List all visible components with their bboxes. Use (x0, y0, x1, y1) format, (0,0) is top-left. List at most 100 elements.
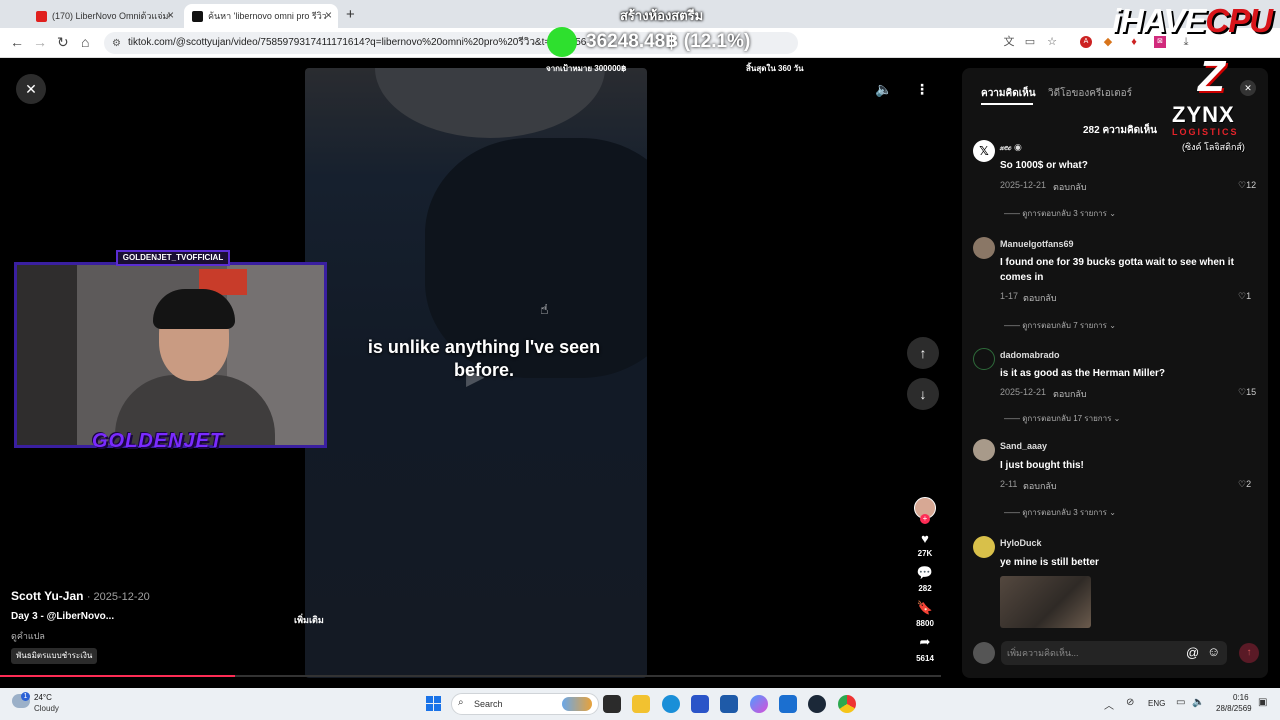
clock-time[interactable]: 0:16 (1233, 693, 1249, 702)
comment-date: 2-11 (1000, 479, 1018, 489)
edge-icon[interactable] (662, 695, 680, 713)
weather-temperature[interactable]: 24°C (34, 693, 52, 702)
comment-username[interactable]: Manuelgotfans69 (1000, 239, 1074, 249)
send-comment-button[interactable]: ↑ (1239, 643, 1259, 663)
tab-title: ค้นหา 'libernovo omni pro รีวิว' u (208, 11, 326, 21)
reply-button[interactable]: ตอบกลับ (1023, 291, 1057, 305)
donation-goal-amount: 36248.48฿ (12.1%) (586, 31, 751, 52)
next-video-button[interactable]: ↓ (907, 378, 939, 410)
emoji-icon[interactable]: ☺ (1207, 644, 1220, 659)
copilot-icon[interactable] (750, 695, 768, 713)
outlook-icon[interactable] (779, 695, 797, 713)
more-options-icon[interactable]: ⋮ (907, 74, 937, 104)
chevron-up-icon[interactable]: ︿ (1104, 697, 1114, 712)
chrome-icon[interactable] (838, 695, 856, 713)
like-heart-icon[interactable]: ♥ (915, 531, 935, 546)
comment-like[interactable]: ♡1 (1238, 291, 1251, 302)
bookmark-star-icon[interactable]: ☆ (1046, 36, 1058, 48)
reply-button[interactable]: ตอบกลับ (1053, 387, 1087, 401)
view-replies-label: ดูการตอบกลับ 3 รายการ (1022, 209, 1107, 218)
comment-avatar[interactable] (973, 536, 995, 558)
heart-outline-icon: ♡ (1238, 479, 1247, 489)
cast-icon[interactable]: ▭ (1024, 36, 1036, 48)
tab-tiktok[interactable]: ค้นหา 'libernovo omni pro รีวิว' u × (184, 4, 338, 28)
post-date: · 2025-12-20 (86, 591, 150, 603)
comment-username[interactable]: HyloDuck (1000, 538, 1042, 548)
tab-close-icon[interactable]: × (167, 8, 174, 22)
monitor-icon[interactable]: ▭ (1176, 697, 1185, 708)
comment-avatar[interactable] (973, 439, 995, 461)
streamer-hair (153, 289, 235, 329)
comment-avatar[interactable]: 𝕏 (973, 140, 995, 162)
comment-avatar[interactable] (973, 348, 995, 370)
tab-creator-videos[interactable]: วิดีโอของครีเอเตอร์ (1048, 86, 1132, 101)
share-icon[interactable]: ➦ (915, 634, 935, 650)
windows-start-icon[interactable] (426, 696, 441, 711)
comment-username[interactable]: 𝓍𝑒𝒸 ◉ (1000, 142, 1022, 153)
see-more-link[interactable]: เพิ่มเติม (294, 613, 324, 627)
donation-goal-ends: สิ้นสุดใน 360 วัน (746, 64, 804, 73)
view-replies-button[interactable]: —— ดูการตอบกลับ 3 รายการ ⌄ (1004, 207, 1116, 220)
reload-icon[interactable]: ↻ (57, 34, 69, 51)
stream-room-title: สร้างห้องสตรีม (620, 8, 704, 23)
network-off-icon[interactable]: ⊘ (1126, 697, 1134, 708)
comment-username[interactable]: Sand_aaay (1000, 441, 1047, 451)
comment-image-attachment[interactable] (1000, 576, 1091, 628)
play-icon[interactable]: ▶ (466, 362, 484, 391)
comment-like[interactable]: ♡12 (1238, 180, 1256, 191)
adblock-icon[interactable]: A (1080, 36, 1092, 48)
comment-count: 282 (918, 584, 932, 593)
comment-text: ye mine is still better (1000, 557, 1099, 568)
weather-condition[interactable]: Cloudy (34, 704, 59, 713)
view-replies-button[interactable]: —— ดูการตอบกลับ 7 รายการ ⌄ (1004, 319, 1116, 332)
tab-youtube[interactable]: (170) LiberNovo Omniต้วแจ่มพิมพ์ × (28, 4, 180, 28)
input-language[interactable]: ENG (1148, 699, 1165, 708)
pen-app-icon[interactable] (691, 695, 709, 713)
video-progress-bar[interactable] (0, 675, 941, 677)
file-explorer-icon[interactable] (632, 695, 650, 713)
sponsor-subtitle: LOGISTICS (1172, 127, 1239, 137)
view-replies-button[interactable]: —— ดูการตอบกลับ 3 รายการ ⌄ (1004, 506, 1116, 519)
author-name[interactable]: Scott Yu-Jan (11, 589, 83, 603)
steam-icon[interactable] (808, 695, 826, 713)
comment-icon[interactable]: 💬 (915, 565, 935, 581)
store-icon[interactable] (720, 695, 738, 713)
site-info-icon[interactable]: ⚙ (112, 38, 121, 49)
previous-video-button[interactable]: ↑ (907, 337, 939, 369)
tab-comments[interactable]: ความคิดเห็น (981, 86, 1036, 101)
chevron-down-icon: ⌄ (1109, 209, 1116, 218)
home-icon[interactable]: ⌂ (81, 34, 89, 50)
mention-at-icon[interactable]: @ (1186, 645, 1199, 660)
close-video-button[interactable]: ✕ (16, 74, 46, 104)
clock-date[interactable]: 28/8/2569 (1216, 704, 1252, 713)
reply-button[interactable]: ตอบกลับ (1023, 479, 1057, 493)
forward-icon[interactable]: → (33, 34, 47, 50)
view-replies-button[interactable]: —— ดูการตอบกลับ 17 รายการ ⌄ (1004, 412, 1120, 425)
back-icon[interactable]: ← (10, 34, 24, 50)
bookmark-icon[interactable]: 🔖 (915, 600, 935, 616)
comment-like-count: 1 (1246, 291, 1252, 301)
volume-icon[interactable]: 🔈 (1192, 697, 1204, 708)
translate-icon[interactable]: 文 (1003, 36, 1015, 48)
user-avatar (973, 642, 995, 664)
new-tab-button[interactable]: + (346, 6, 355, 23)
comment-like[interactable]: ♡15 (1238, 387, 1256, 398)
comment-like[interactable]: ♡2 (1238, 479, 1251, 490)
comment-date: 2025-12-21 (1000, 180, 1047, 190)
tab-close-icon[interactable]: × (325, 8, 332, 22)
reply-button[interactable]: ตอบกลับ (1053, 180, 1087, 194)
notification-icon[interactable]: ▣ (1258, 697, 1267, 708)
view-replies-label: ดูการตอบกลับ 7 รายการ (1022, 321, 1107, 330)
share-count: 5614 (916, 654, 934, 663)
task-view-icon[interactable] (603, 695, 621, 713)
volume-icon[interactable]: 🔈 (869, 74, 899, 104)
tiktok-icon (192, 10, 203, 22)
search-icon: ⌕ (458, 697, 464, 708)
like-count: 27K (917, 549, 933, 558)
comment-username[interactable]: dadomabrado (1000, 350, 1060, 360)
comment-avatar[interactable] (973, 237, 995, 259)
close-panel-icon[interactable]: ✕ (1240, 80, 1256, 96)
follow-plus-icon[interactable]: + (920, 514, 930, 524)
streamer-webcam (14, 262, 327, 448)
translate-link[interactable]: ดูคำแปล (11, 629, 45, 643)
